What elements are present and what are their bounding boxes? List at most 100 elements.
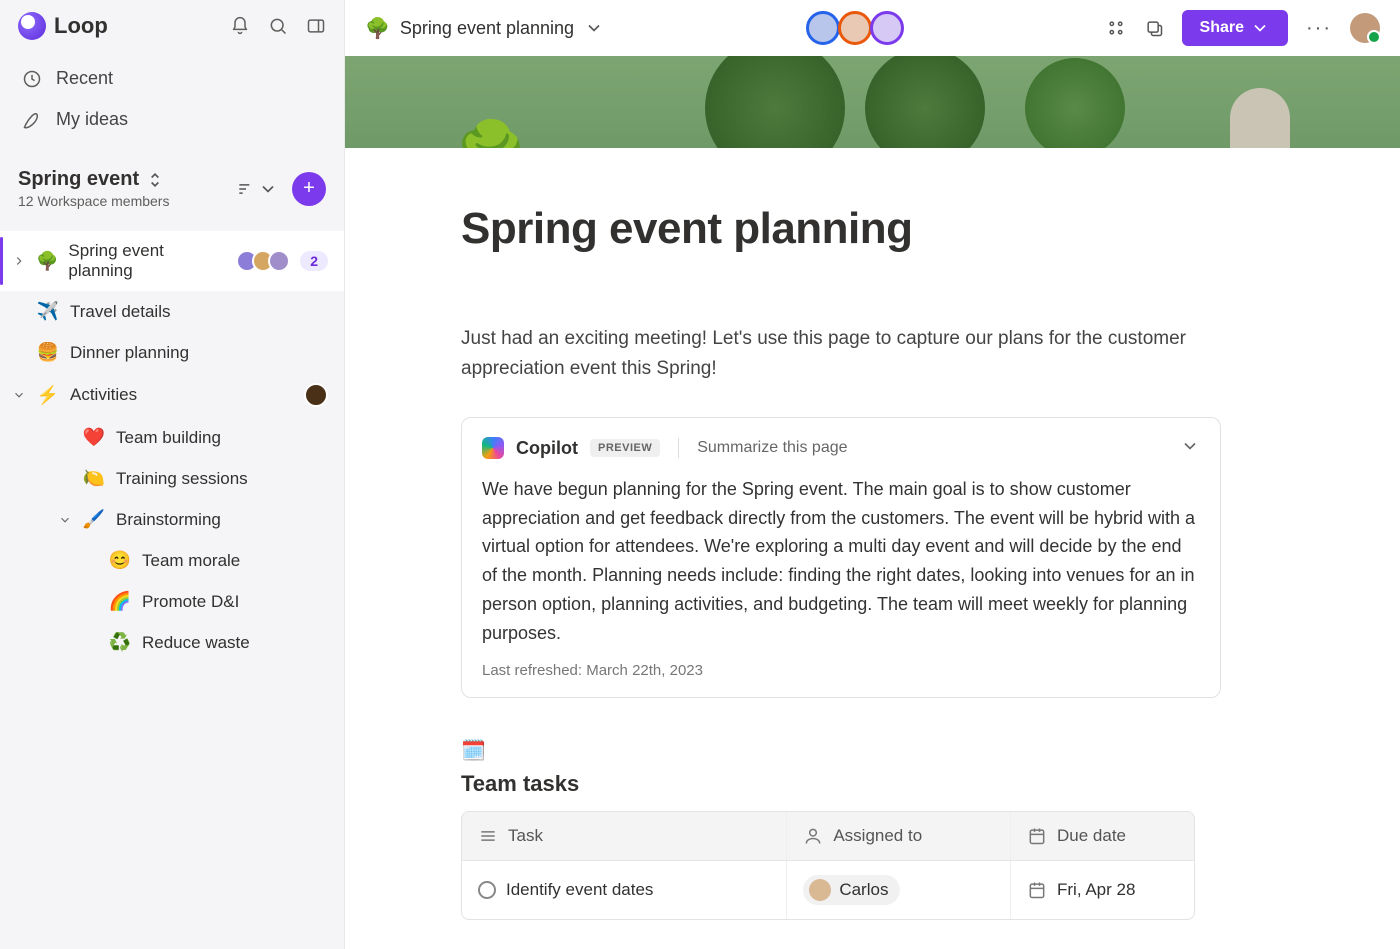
copilot-collapse-toggle[interactable] xyxy=(1180,436,1200,461)
page-emoji-icon: ⚡ xyxy=(36,385,60,406)
page-emoji-icon: ❤️ xyxy=(82,427,106,448)
collaborator-avatar[interactable] xyxy=(304,383,328,407)
page-emoji-icon: 🖌️ xyxy=(82,509,106,530)
workspace-header: Spring event 12 Workspace members + xyxy=(0,154,344,213)
page-intro-text[interactable]: Just had an exciting meeting! Let's use … xyxy=(461,324,1221,385)
list-icon xyxy=(478,826,498,846)
add-page-button[interactable]: + xyxy=(292,172,326,206)
workspace-switcher[interactable]: Spring event xyxy=(18,168,169,191)
tasks-section: 🗓️ Team tasks Task Assigned to Due date xyxy=(461,738,1221,920)
page-emoji-icon: 🍔 xyxy=(36,342,60,363)
page-tree: 🌳Spring event planning2✈️Travel details🍔… xyxy=(0,231,344,663)
sidebar-item[interactable]: 😊 Team morale xyxy=(0,540,344,581)
main-area: 🌳 Spring event planning Share ··· xyxy=(345,0,1400,949)
copilot-name: Copilot xyxy=(516,438,578,459)
share-button-label: Share xyxy=(1200,19,1244,37)
avatar[interactable] xyxy=(806,11,840,45)
assignee-name: Carlos xyxy=(839,880,888,900)
sidebar-item[interactable]: ⚡ Activities xyxy=(0,373,344,417)
pen-icon xyxy=(22,110,42,130)
expand-chevron-icon[interactable] xyxy=(58,510,72,530)
avatar xyxy=(809,879,831,901)
copilot-summary-text: We have begun planning for the Spring ev… xyxy=(482,475,1200,648)
avatar[interactable] xyxy=(870,11,904,45)
cover-image: 🌳 xyxy=(345,56,1400,148)
sidebar-item[interactable]: ❤️ Team building xyxy=(0,417,344,458)
collaborator-avatars[interactable] xyxy=(236,250,290,272)
column-header-assigned[interactable]: Assigned to xyxy=(787,812,1011,860)
sidebar-item-label: Training sessions xyxy=(116,469,248,489)
task-complete-toggle[interactable] xyxy=(478,881,496,899)
person-icon xyxy=(803,826,823,846)
page-emoji-icon: 😊 xyxy=(108,550,132,571)
chevron-down-icon xyxy=(258,179,278,199)
apps-icon[interactable] xyxy=(1106,18,1126,38)
page-emoji-icon[interactable]: 🌳 xyxy=(455,118,527,148)
notifications-icon[interactable] xyxy=(230,16,250,36)
copilot-logo-icon xyxy=(482,437,504,459)
workspace-name: Spring event xyxy=(18,168,139,191)
assignee-chip[interactable]: Carlos xyxy=(803,875,900,905)
due-date[interactable]: Fri, Apr 28 xyxy=(1057,880,1135,900)
sidebar-item[interactable]: ♻️Reduce waste xyxy=(0,622,344,663)
brand-name: Loop xyxy=(54,13,108,39)
topbar: 🌳 Spring event planning Share ··· xyxy=(345,0,1400,56)
sidebar-item-label: Brainstorming xyxy=(116,510,221,530)
brand-logo-title[interactable]: Loop xyxy=(18,12,108,40)
sidebar-item[interactable]: ✈️ Travel details xyxy=(0,291,344,332)
sidebar-item[interactable]: 🍋 Training sessions xyxy=(0,458,344,499)
calendar-icon xyxy=(1027,880,1047,900)
preview-badge: PREVIEW xyxy=(590,439,660,457)
tree-icon: 🌳 xyxy=(365,16,390,41)
column-header-task[interactable]: Task xyxy=(462,812,787,860)
page-title[interactable]: Spring event planning xyxy=(461,204,1221,254)
sidebar-item[interactable]: 🌳Spring event planning2 xyxy=(0,231,344,291)
presence-avatars[interactable] xyxy=(806,11,904,45)
current-user-avatar[interactable] xyxy=(1350,13,1380,43)
nav-my-ideas[interactable]: My ideas xyxy=(0,99,344,140)
sidebar-item[interactable]: 🍔 Dinner planning xyxy=(0,332,344,373)
more-menu-icon[interactable]: ··· xyxy=(1306,17,1332,40)
up-down-chevron-icon xyxy=(145,170,165,190)
task-name[interactable]: Identify event dates xyxy=(506,880,653,900)
page-emoji-icon: 🍋 xyxy=(82,468,106,489)
page-emoji-icon: 🌈 xyxy=(108,591,132,612)
calendar-icon xyxy=(1027,826,1047,846)
sidebar-item-label: Team morale xyxy=(142,551,240,571)
nav-recent-label: Recent xyxy=(56,68,113,89)
nav-recent[interactable]: Recent xyxy=(0,58,344,99)
breadcrumb-title: Spring event planning xyxy=(400,18,574,39)
copilot-summarize-action[interactable]: Summarize this page xyxy=(697,439,847,457)
nav-my-ideas-label: My ideas xyxy=(56,109,128,130)
sidebar-item-label: Activities xyxy=(70,385,137,405)
tasks-table: Task Assigned to Due date Identify event xyxy=(461,811,1195,920)
expand-chevron-icon[interactable] xyxy=(12,385,26,405)
copilot-card: Copilot PREVIEW Summarize this page We h… xyxy=(461,417,1221,698)
notification-badge: 2 xyxy=(300,251,328,271)
sidebar-item-label: Dinner planning xyxy=(70,343,189,363)
sort-filter-button[interactable] xyxy=(236,179,278,199)
breadcrumb[interactable]: 🌳 Spring event planning xyxy=(365,16,604,41)
search-icon[interactable] xyxy=(268,16,288,36)
tasks-title[interactable]: Team tasks xyxy=(461,771,1221,797)
tasks-component-icon[interactable]: 🗓️ xyxy=(461,738,1221,763)
avatar[interactable] xyxy=(838,11,872,45)
sidebar-item-label: Reduce waste xyxy=(142,633,250,653)
clock-icon xyxy=(22,69,42,89)
sidebar-item[interactable]: 🌈Promote D&I xyxy=(0,581,344,622)
copilot-refreshed-text: Last refreshed: March 22th, 2023 xyxy=(482,662,1200,679)
copy-component-icon[interactable] xyxy=(1144,18,1164,38)
sidebar-item-label: Travel details xyxy=(70,302,170,322)
sidebar-item-label: Spring event planning xyxy=(68,241,216,281)
column-header-due[interactable]: Due date xyxy=(1011,812,1194,860)
share-button[interactable]: Share xyxy=(1182,10,1288,46)
panel-toggle-icon[interactable] xyxy=(306,16,326,36)
loop-logo-icon xyxy=(18,12,46,40)
page-emoji-icon: ✈️ xyxy=(36,301,60,322)
chevron-down-icon xyxy=(1250,18,1270,38)
sidebar-item[interactable]: 🖌️ Brainstorming xyxy=(0,499,344,540)
sidebar: Loop Recent My ideas Spring event xyxy=(0,0,345,949)
table-row[interactable]: Identify event dates Carlos Fri, Apr 28 xyxy=(462,861,1194,919)
sidebar-item-label: Team building xyxy=(116,428,221,448)
chevron-down-icon xyxy=(584,18,604,38)
